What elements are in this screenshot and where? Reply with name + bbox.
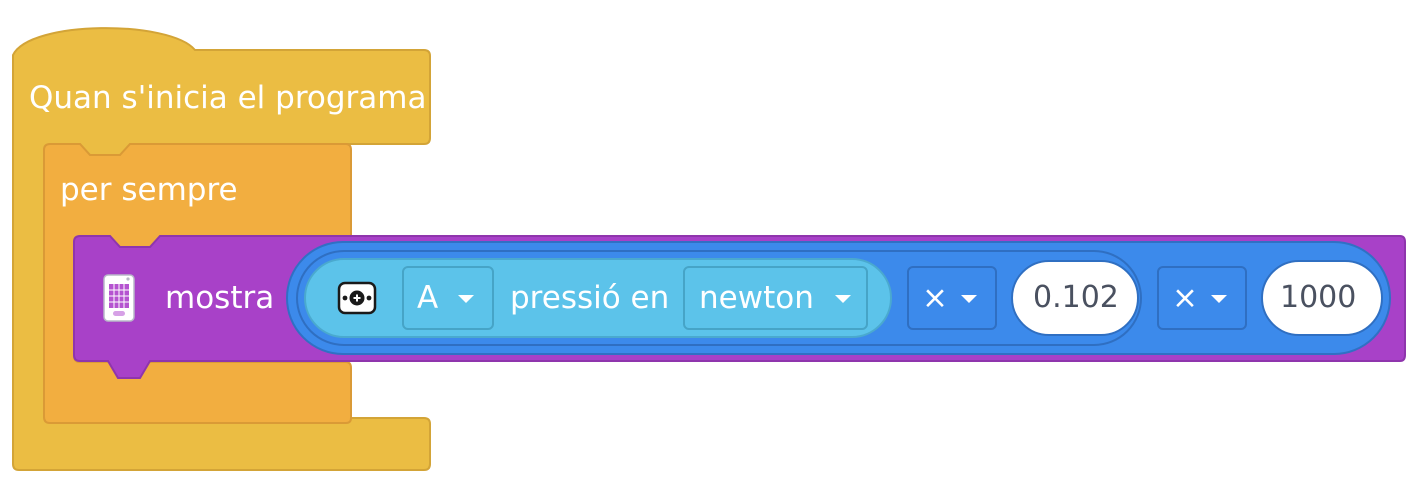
operator-1-symbol: ×: [922, 280, 948, 316]
light-matrix-icon: [103, 274, 135, 322]
force-sensor-icon: [337, 281, 377, 315]
forever-block-label: per sempre: [60, 172, 238, 208]
operand-1-value: 0.102: [1033, 280, 1119, 315]
display-block-label: mostra: [165, 280, 275, 316]
port-value: A: [417, 280, 439, 316]
block-canvas: [12, 27, 1406, 471]
operand-2-value: 1000: [1280, 280, 1357, 315]
unit-value: newton: [699, 280, 814, 316]
force-sensor-label: pressió en: [510, 280, 670, 316]
operator-2-symbol: ×: [1172, 280, 1198, 316]
hat-block-label: Quan s'inicia el programa: [29, 80, 427, 116]
